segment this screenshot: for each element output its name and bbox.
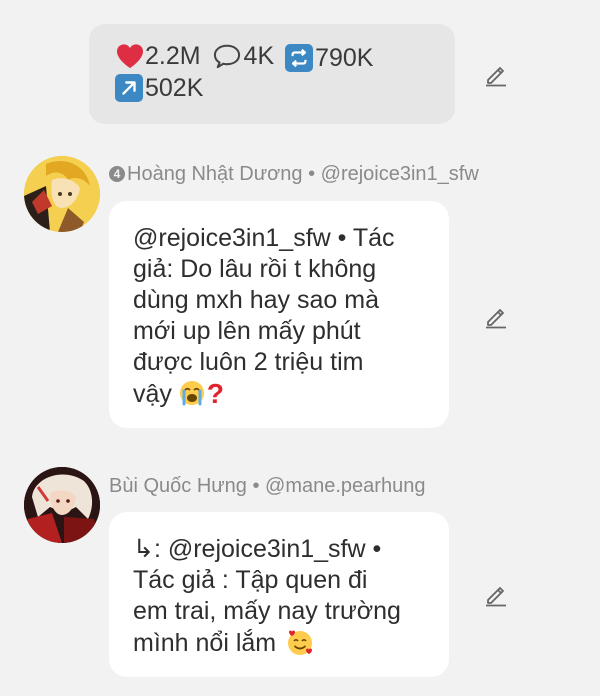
stats-line-2: 502K [115, 72, 207, 107]
smiling-face-with-hearts-icon [285, 627, 315, 657]
author-name[interactable]: Bùi Quốc Hưng [109, 475, 247, 497]
reposts-count: 790K [315, 44, 374, 72]
comment-text: @rejoice3in1_sfw • Tác giả: Do lâu rồi t… [133, 223, 433, 410]
reply-prefix-icon: ↳ [133, 535, 154, 563]
comment-bubble[interactable]: @rejoice3in1_sfw • Tác giả: Do lâu rồi t… [109, 201, 449, 428]
comment-author-line: 4 Hoàng Nhật Dương • @rejoice3in1_sfw [109, 162, 479, 186]
pencil-edit-icon[interactable] [482, 60, 510, 88]
post-stats-bubble: 2.2M 4K 790K 502K [89, 24, 455, 124]
heart-icon [115, 43, 145, 69]
avatar[interactable] [24, 467, 100, 543]
speech-bubble-icon [212, 43, 244, 69]
likes-stat: 2.2M [115, 40, 201, 72]
separator-dot: • [252, 475, 260, 497]
pencil-edit-icon[interactable] [482, 580, 510, 608]
comment-text: ↳: @rejoice3in1_sfw • Tác giả : Tập quen… [133, 534, 433, 659]
shares-stat: 502K [115, 72, 203, 104]
reposts-stat: 790K [285, 42, 373, 74]
comment-body: @rejoice3in1_sfw • Tác giả: Do lâu rồi t… [133, 224, 395, 408]
arrow-up-right-icon [115, 74, 143, 102]
comments-count: 4K [243, 42, 275, 70]
comment-body: : @rejoice3in1_sfw • Tác giả : Tập quen … [133, 535, 401, 657]
author-handle[interactable]: @rejoice3in1_sfw [321, 163, 479, 185]
repeat-icon [285, 44, 314, 72]
top-fan-badge: 4 [109, 166, 125, 182]
avatar[interactable] [24, 156, 100, 232]
comment-author-line: Bùi Quốc Hưng • @mane.pearhung [109, 474, 425, 498]
comment-bubble[interactable]: ↳: @rejoice3in1_sfw • Tác giả : Tập quen… [109, 512, 449, 677]
pencil-edit-icon[interactable] [482, 302, 510, 330]
red-question-mark-icon: ? [206, 378, 224, 409]
separator-dot: • [308, 163, 316, 185]
loudly-crying-face-icon [179, 380, 205, 406]
author-name[interactable]: Hoàng Nhật Dương [127, 163, 303, 185]
shares-count: 502K [145, 74, 204, 102]
likes-count: 2.2M [145, 42, 201, 70]
comments-stat: 4K [212, 40, 275, 72]
author-handle[interactable]: @mane.pearhung [265, 475, 425, 497]
